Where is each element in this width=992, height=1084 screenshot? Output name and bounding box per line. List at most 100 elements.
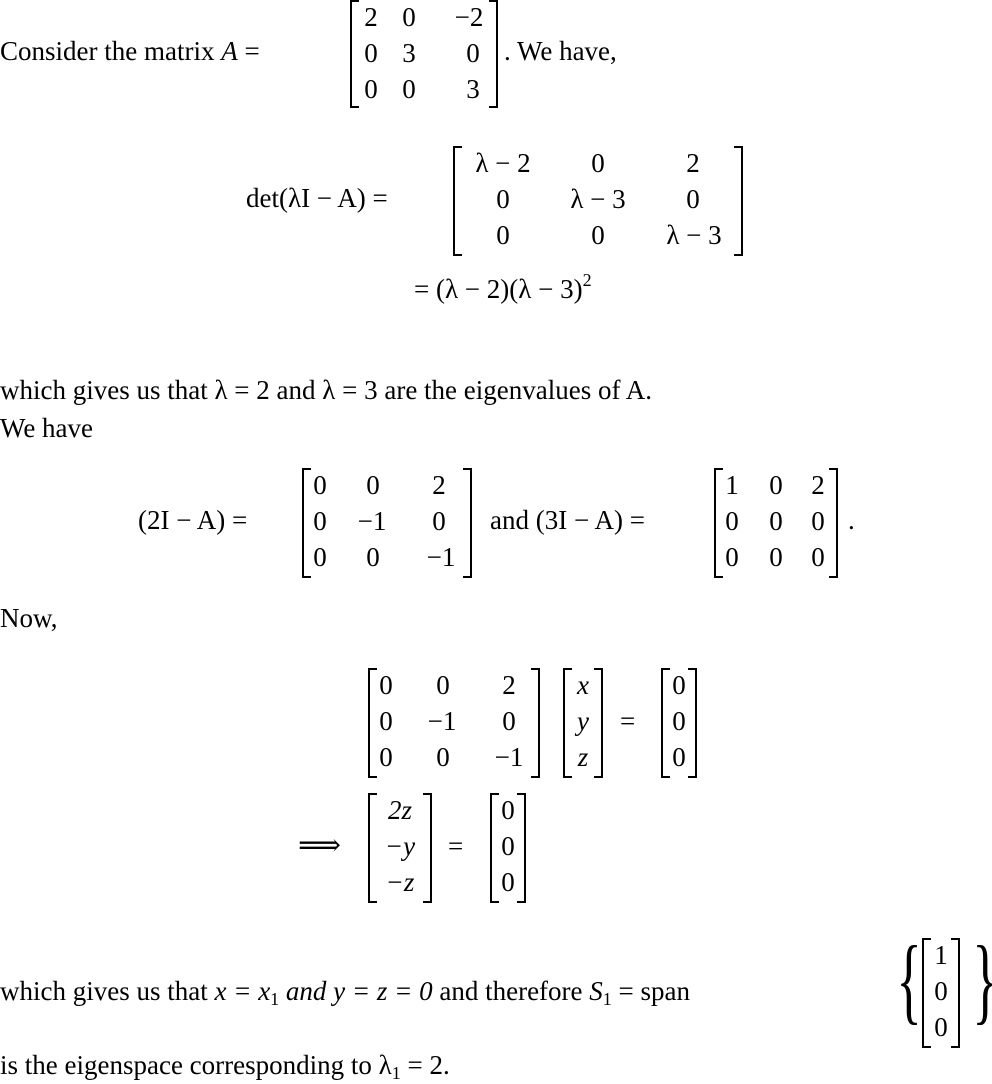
s-sub: 1 [602, 989, 612, 1009]
cell: −z [385, 867, 415, 897]
now-text: Now, [0, 603, 58, 633]
right-bracket [594, 668, 603, 778]
cell: 0 [501, 831, 515, 861]
and-therefore: and therefore [439, 976, 583, 1006]
det-result-base: = (λ − 2)(λ − 3) [414, 274, 583, 304]
cell: 0 [466, 38, 480, 68]
x-sub: 1 [270, 989, 280, 1009]
cell: λ − 3 [570, 184, 626, 214]
cell: 0 [496, 220, 510, 250]
cell: 0 [672, 742, 686, 772]
matrix-a: 2 0 −2 0 3 0 0 0 3 [350, 0, 498, 108]
cell: z [577, 742, 589, 772]
cell: 0 [769, 542, 783, 572]
cell: 0 [364, 38, 378, 68]
system-matrix: 0 0 2 0 −1 0 0 0 −1 [368, 668, 540, 778]
cell: 0 [725, 542, 739, 572]
cell: 2 [432, 470, 446, 500]
cell: 0 [501, 795, 515, 825]
cell: 0 [366, 542, 380, 572]
yz-eq: y = z = 0 [333, 976, 433, 1006]
unknown-vector: x y z [563, 668, 603, 778]
equals: = [448, 831, 464, 861]
cell: 0 [366, 470, 380, 500]
cell: −1 [427, 706, 457, 736]
equals: = [244, 36, 260, 66]
two-i-minus-a-label: (2I − A) = [138, 505, 248, 535]
cell: λ − 3 [666, 220, 722, 250]
cell: 0 [725, 506, 739, 536]
cell: 0 [769, 470, 783, 500]
cell: 0 [436, 742, 450, 772]
final-text: is the eigenspace corresponding to λ1 = … [0, 1050, 450, 1084]
cell: 0 [934, 1012, 948, 1042]
cell: −y [384, 831, 416, 861]
intro-tail: . We have, [504, 36, 617, 66]
span-text: = span [618, 976, 690, 1006]
cell: 0 [496, 184, 510, 214]
cell: 0 [402, 2, 416, 32]
matrix-var: A [221, 36, 238, 66]
s-symbol: S [589, 976, 603, 1006]
cell: 0 [502, 706, 516, 736]
final-suffix: = 2. [407, 1050, 450, 1080]
cell: y [577, 706, 589, 736]
cell: 3 [466, 74, 480, 104]
cell: 0 [436, 670, 450, 700]
zero-vector-2: 0 0 0 [490, 793, 526, 903]
open-brace: { [896, 926, 922, 1033]
cell: 0 [934, 976, 948, 1006]
cell: 0 [313, 542, 327, 572]
intro-lead: Consider the matrix [0, 36, 215, 66]
cell: 2 [686, 148, 700, 178]
three-i-minus-a-matrix: 1 0 2 0 0 0 0 0 0 [714, 468, 838, 578]
det-result: = (λ − 2)(λ − 3)2 [414, 270, 592, 305]
cell: 0 [379, 706, 393, 736]
right-bracket [829, 468, 838, 578]
right-bracket [734, 146, 743, 256]
cell: 0 [379, 670, 393, 700]
cell: 0 [811, 506, 825, 536]
two-i-minus-a-matrix: 0 0 2 0 −1 0 0 0 −1 [302, 468, 472, 578]
eigenvalues-sentence: which gives us that λ = 2 and λ = 3 are … [0, 375, 652, 405]
basis-vector: 1 0 0 [922, 938, 960, 1048]
cell: 0 [364, 74, 378, 104]
cell: 1 [725, 470, 739, 500]
right-bracket [463, 468, 472, 578]
period: . [848, 505, 855, 535]
lambda-sub: 1 [391, 1063, 401, 1083]
cell: 0 [686, 184, 700, 214]
and-italic: and [285, 976, 327, 1006]
cell: 0 [769, 506, 783, 536]
cell: 2 [811, 470, 825, 500]
cell: 2z [387, 795, 412, 825]
det-lhs: det(λI − A) = [246, 183, 388, 213]
cell: 0 [811, 542, 825, 572]
cell: λ − 2 [475, 148, 531, 178]
cell: 0 [432, 506, 446, 536]
conclusion-text: which gives us that x = x1 and y = z = 0… [0, 976, 690, 1010]
implies-arrow: ⟹ [298, 829, 342, 862]
cell: 0 [313, 470, 327, 500]
cell: −1 [357, 506, 387, 536]
right-bracket [531, 668, 540, 778]
cell: −1 [494, 742, 524, 772]
cell: 0 [313, 506, 327, 536]
cell: 2 [502, 670, 516, 700]
intro-text: Consider the matrix A = [0, 36, 260, 67]
det-matrix: λ − 2 0 2 0 λ − 3 0 0 0 λ − 3 [453, 146, 743, 256]
cell: 0 [402, 74, 416, 104]
close-brace: } [972, 932, 992, 1028]
x-eq: x = x [214, 976, 271, 1006]
equals: = [620, 706, 636, 736]
we-have-text: We have [0, 413, 94, 443]
cell: 0 [379, 742, 393, 772]
cell: 0 [672, 670, 686, 700]
cell: 3 [402, 38, 416, 68]
cell: 0 [672, 706, 686, 736]
cell: 0 [591, 220, 605, 250]
conclusion-lead: which gives us that [0, 976, 208, 1006]
final-prefix: is the eigenspace corresponding to λ [0, 1050, 392, 1080]
three-i-minus-a-label: and (3I − A) = [490, 505, 645, 535]
det-result-exp: 2 [582, 270, 592, 290]
